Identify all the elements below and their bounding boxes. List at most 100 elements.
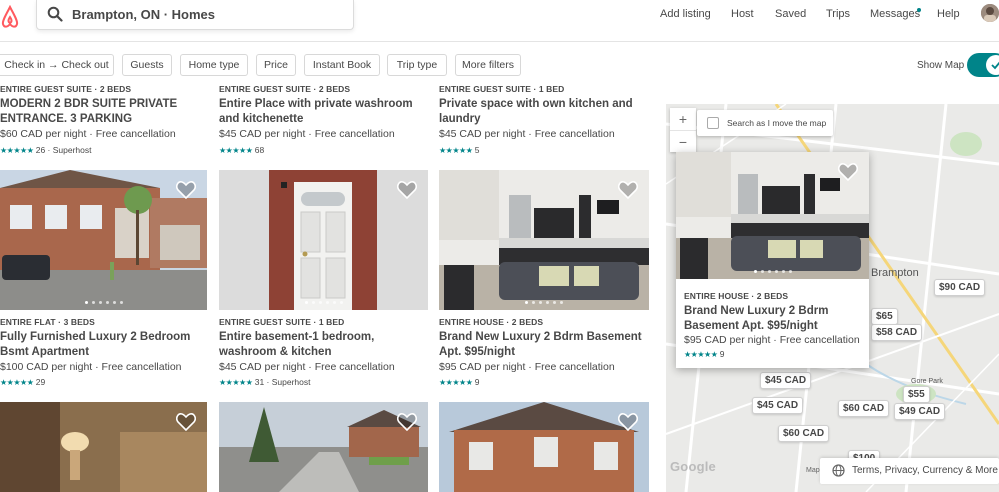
listing-rating: ★★★★★ 5 bbox=[439, 145, 479, 155]
zoom-out-button[interactable]: − bbox=[670, 130, 696, 152]
more-filters-button[interactable]: More filters bbox=[455, 54, 521, 76]
listing-title[interactable]: Fully Furnished Luxury 2 Bedroom Bsmt Ap… bbox=[0, 330, 215, 360]
map-price-pin[interactable]: $49 CAD bbox=[894, 403, 946, 420]
map-park-label: Gore Park bbox=[911, 378, 943, 385]
listing-type: ENTIRE HOUSE · 2 BEDS bbox=[439, 317, 544, 327]
search-icon bbox=[47, 6, 63, 22]
listing-rating: ★★★★★ 31 · Superhost bbox=[219, 377, 311, 387]
globe-icon bbox=[832, 464, 845, 477]
review-count: 26 · Superhost bbox=[35, 145, 92, 155]
popup-listing-rating: ★★★★★ 9 bbox=[684, 349, 724, 359]
map-price-pin[interactable]: $58 CAD bbox=[871, 324, 923, 341]
airbnb-logo[interactable] bbox=[0, 5, 20, 29]
listing-rating: ★★★★★ 68 bbox=[219, 145, 264, 155]
user-avatar-image bbox=[981, 4, 999, 22]
nav-add-listing[interactable]: Add listing bbox=[660, 8, 711, 20]
dates-filter[interactable]: Check in → Check out bbox=[0, 54, 114, 76]
zoom-controls: + − bbox=[670, 108, 696, 152]
save-heart-icon[interactable] bbox=[618, 181, 638, 199]
map-price-pin[interactable]: $65 bbox=[871, 308, 898, 325]
rating-stars: ★★★★★ bbox=[684, 350, 718, 359]
nav-messages[interactable]: Messages bbox=[870, 8, 920, 20]
map-attribution: Map bbox=[806, 467, 820, 474]
rating-stars: ★★★★★ bbox=[439, 146, 473, 155]
save-heart-icon[interactable] bbox=[397, 413, 417, 431]
map-listing-popup[interactable]: ENTIRE HOUSE · 2 BEDS Brand New Luxury 2… bbox=[676, 152, 869, 368]
search-as-move-label: Search as I move the map bbox=[727, 118, 827, 128]
map-town-label: Brampton bbox=[871, 267, 919, 279]
listing-type: ENTIRE GUEST SUITE · 2 BEDS bbox=[0, 84, 132, 94]
listing-price: $45 CAD per night · Free cancellation bbox=[439, 128, 615, 140]
price-filter[interactable]: Price bbox=[256, 54, 296, 76]
save-heart-icon[interactable] bbox=[618, 413, 638, 431]
listing-rating: ★★★★★ 29 bbox=[0, 377, 45, 387]
map-footer-links[interactable]: Terms, Privacy, Currency & More bbox=[820, 458, 999, 484]
rating-stars: ★★★★★ bbox=[219, 378, 253, 387]
review-count: 29 bbox=[35, 377, 46, 387]
nav-help[interactable]: Help bbox=[937, 8, 960, 20]
map-price-pin[interactable]: $45 CAD bbox=[752, 397, 804, 414]
show-map-toggle[interactable] bbox=[967, 53, 999, 77]
save-heart-icon[interactable] bbox=[397, 181, 417, 199]
location-search-box[interactable]: Brampton, ON · Homes bbox=[36, 0, 354, 30]
terms-privacy-link[interactable]: Terms, Privacy, Currency & More bbox=[852, 465, 998, 476]
instant-book-filter[interactable]: Instant Book bbox=[304, 54, 380, 76]
nav-trips[interactable]: Trips bbox=[826, 8, 850, 20]
listing-price: $95 CAD per night · Free cancellation bbox=[439, 361, 615, 373]
listing-rating: ★★★★★ 9 bbox=[439, 377, 479, 387]
guests-filter[interactable]: Guests bbox=[122, 54, 172, 76]
nav-host[interactable]: Host bbox=[731, 8, 754, 20]
listing-type: ENTIRE FLAT · 3 BEDS bbox=[0, 317, 95, 327]
review-count: 68 bbox=[254, 145, 265, 155]
photo-carousel-dots bbox=[219, 301, 428, 304]
review-count: 31 · Superhost bbox=[254, 377, 311, 387]
avatar[interactable] bbox=[981, 4, 999, 22]
top-header: Brampton, ON · Homes Add listing Host Sa… bbox=[0, 0, 999, 42]
listing-title[interactable]: Brand New Luxury 2 Bdrm Basement Apt. $9… bbox=[439, 330, 654, 360]
photo-carousel-dots bbox=[676, 270, 869, 273]
save-heart-icon[interactable] bbox=[838, 163, 858, 181]
home-type-filter[interactable]: Home type bbox=[180, 54, 248, 76]
rating-stars: ★★★★★ bbox=[439, 378, 473, 387]
map-price-pin[interactable]: $45 CAD bbox=[760, 372, 812, 389]
rating-stars: ★★★★★ bbox=[0, 146, 34, 155]
search-as-move-checkbox[interactable] bbox=[707, 117, 719, 129]
toggle-knob bbox=[986, 55, 999, 75]
popup-listing-type: ENTIRE HOUSE · 2 BEDS bbox=[684, 291, 789, 301]
listing-price: $100 CAD per night · Free cancellation bbox=[0, 361, 182, 373]
popup-listing-price: $95 CAD per night · Free cancellation bbox=[684, 334, 860, 346]
listing-type: ENTIRE GUEST SUITE · 1 BED bbox=[219, 317, 345, 327]
map-price-pin[interactable]: $60 CAD bbox=[778, 425, 830, 442]
photo-carousel-dots bbox=[0, 301, 207, 304]
unread-indicator bbox=[917, 8, 921, 12]
google-logo: Google bbox=[670, 459, 716, 474]
listing-title[interactable]: Entire basement-1 bedroom, washroom & ki… bbox=[219, 330, 434, 360]
search-input[interactable]: Brampton, ON · Homes bbox=[72, 7, 215, 22]
map-price-pin[interactable]: $90 CAD bbox=[934, 279, 986, 296]
save-heart-icon[interactable] bbox=[176, 413, 196, 431]
popup-listing-title[interactable]: Brand New Luxury 2 Bdrm Basement Apt. $9… bbox=[684, 304, 864, 334]
save-heart-icon[interactable] bbox=[176, 181, 196, 199]
listing-title[interactable]: Private space with own kitchen and laund… bbox=[439, 97, 654, 127]
listing-type: ENTIRE GUEST SUITE · 2 BEDS bbox=[219, 84, 351, 94]
review-count: 9 bbox=[719, 349, 725, 359]
map-price-pin[interactable]: $55 bbox=[903, 386, 930, 403]
checkmark-icon bbox=[991, 61, 999, 70]
listing-rating: ★★★★★ 26 · Superhost bbox=[0, 145, 92, 155]
listing-price: $45 CAD per night · Free cancellation bbox=[219, 361, 395, 373]
listing-type: ENTIRE GUEST SUITE · 1 BED bbox=[439, 84, 565, 94]
listing-price: $45 CAD per night · Free cancellation bbox=[219, 128, 395, 140]
search-as-move-control[interactable]: Search as I move the map bbox=[697, 110, 833, 136]
nav-saved[interactable]: Saved bbox=[775, 8, 806, 20]
rating-stars: ★★★★★ bbox=[0, 378, 34, 387]
zoom-in-button[interactable]: + bbox=[670, 108, 696, 130]
listing-price: $60 CAD per night · Free cancellation bbox=[0, 128, 176, 140]
listing-title[interactable]: MODERN 2 BDR SUITE PRIVATE ENTRANCE. 3 P… bbox=[0, 97, 215, 127]
review-count: 9 bbox=[474, 377, 480, 387]
trip-type-filter[interactable]: Trip type bbox=[387, 54, 447, 76]
photo-carousel-dots bbox=[439, 301, 649, 304]
listing-title[interactable]: Entire Place with private washroom and k… bbox=[219, 97, 434, 127]
rating-stars: ★★★★★ bbox=[219, 146, 253, 155]
map-price-pin[interactable]: $60 CAD bbox=[838, 400, 890, 417]
review-count: 5 bbox=[474, 145, 480, 155]
